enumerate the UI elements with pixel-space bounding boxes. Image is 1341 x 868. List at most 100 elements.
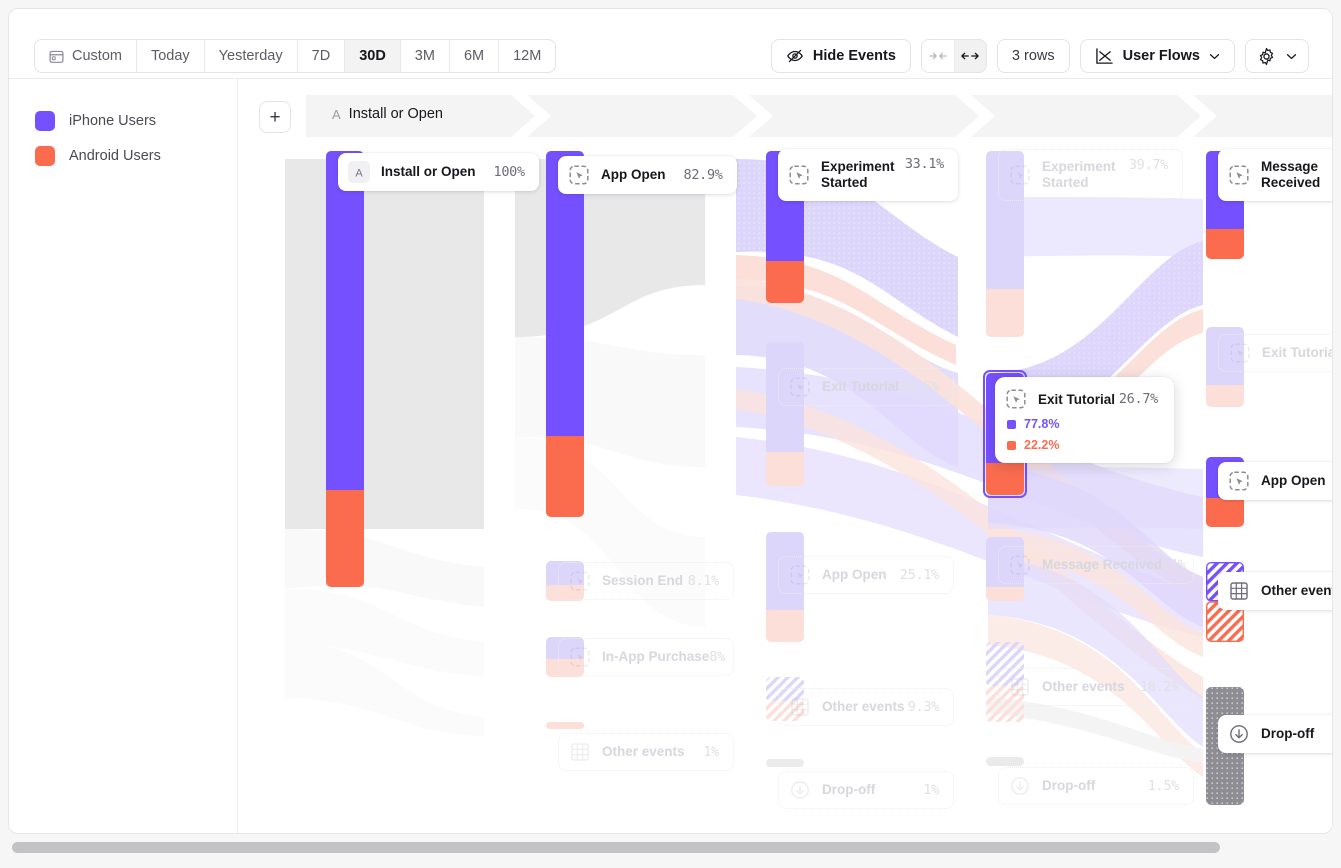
node-card[interactable]: Session End 8.1% <box>558 562 734 600</box>
node-bar <box>546 151 584 517</box>
grid-icon <box>569 741 591 763</box>
chart-type-button[interactable]: User Flows <box>1080 39 1235 73</box>
sankey-canvas[interactable]: A Install or Open 100% App Open 82.9% <box>238 137 1332 834</box>
node-card[interactable]: App Open 82.9% <box>558 156 737 194</box>
range-yesterday[interactable]: Yesterday <box>205 40 298 72</box>
chevron-down-icon <box>1209 53 1220 60</box>
node-percent: 1% <box>923 782 939 798</box>
zoom-expand-button[interactable] <box>954 40 986 72</box>
tooltip-value-iphone: 77.8% <box>1024 417 1059 431</box>
node-card[interactable]: Other events <box>1218 572 1332 610</box>
node-card[interactable]: In-App Purchase 8% <box>558 638 734 676</box>
range-today[interactable]: Today <box>137 40 205 72</box>
breadcrumb-strip: A Install or Open <box>306 95 1332 137</box>
bar-segment-android <box>986 289 1024 337</box>
node-percent: 8% <box>709 649 725 665</box>
node-percent: 18.2% <box>1140 679 1179 695</box>
settings-button[interactable] <box>1245 39 1309 73</box>
legend-item-android-users[interactable]: Android Users <box>9 138 237 173</box>
event-cursor-icon <box>1228 164 1250 186</box>
range-3m[interactable]: 3M <box>401 40 450 72</box>
scrollbar-thumb[interactable] <box>12 842 1220 853</box>
node-card[interactable]: Experiment Started 39.7% <box>998 149 1183 201</box>
gear-icon <box>1257 47 1276 66</box>
event-cursor-icon <box>568 164 590 186</box>
bar-segment-android <box>766 261 804 303</box>
node-bar <box>986 757 1024 766</box>
range-30d[interactable]: 30D <box>345 40 401 72</box>
event-cursor-icon <box>789 564 811 586</box>
node-label: Session End <box>602 573 683 589</box>
breadcrumb-step-install-or-open[interactable]: A Install or Open <box>332 106 443 122</box>
node-label: Message Received <box>1261 159 1332 191</box>
letter-a-icon: A <box>348 161 370 183</box>
range-12m[interactable]: 12M <box>499 40 555 72</box>
add-segment-button[interactable]: + <box>259 101 291 133</box>
node-card[interactable]: A Install or Open 100% <box>338 153 539 191</box>
node-card[interactable]: Exit Tutorial 31.5% <box>778 368 954 406</box>
breadcrumb-label: Install or Open <box>349 106 443 122</box>
bar-segment-android <box>546 436 584 517</box>
node-percent: 31.5% <box>900 379 939 395</box>
node-card[interactable]: Exit Tutorial <box>1218 334 1332 372</box>
node-label: Message Received <box>1042 557 1162 573</box>
zoom-collapse-button[interactable] <box>922 40 954 72</box>
node-tooltip[interactable]: Exit Tutorial 26.7% 77.8% 22.2% <box>995 377 1174 463</box>
node-bar <box>326 151 364 587</box>
node-label: Other events <box>1261 583 1332 599</box>
node-label: In-App Purchase <box>602 649 709 665</box>
rows-label: 3 rows <box>1012 48 1055 64</box>
node-bar <box>766 342 804 486</box>
range-3m-label: 3M <box>415 48 435 64</box>
tooltip-title: Exit Tutorial <box>1038 392 1115 407</box>
node-label: Drop-off <box>1042 778 1095 794</box>
node-percent: 33.1% <box>905 156 944 172</box>
node-label: Other events <box>1042 679 1125 695</box>
node-card[interactable]: Drop-off <box>1218 715 1332 753</box>
range-7d[interactable]: 7D <box>298 40 346 72</box>
node-card[interactable]: Other events 1% <box>558 733 734 771</box>
tooltip-row-iphone: 77.8% <box>1005 417 1158 431</box>
node-card[interactable]: Drop-off 1.5% <box>998 767 1194 805</box>
bar-segment-android <box>1206 385 1244 407</box>
node-card[interactable]: Other events 18.2% <box>998 668 1194 706</box>
bar-segment-iphone <box>326 151 364 490</box>
node-bar <box>546 722 584 729</box>
app-root: Custom Today Yesterday 7D 30D 3M 6M 12M … <box>0 0 1341 868</box>
tooltip-dot-iphone <box>1007 420 1016 429</box>
legend-label-iphone: iPhone Users <box>69 113 156 129</box>
breadcrumb-track <box>306 95 1332 137</box>
node-card[interactable]: Drop-off 1% <box>778 771 954 809</box>
range-yesterday-label: Yesterday <box>219 48 283 64</box>
horizontal-scrollbar[interactable] <box>8 842 1333 854</box>
node-bar <box>766 759 804 767</box>
node-card[interactable]: Other events 9.3% <box>778 688 954 726</box>
node-label: Exit Tutorial <box>822 379 899 395</box>
node-label: App Open <box>601 167 666 183</box>
rows-selector-button[interactable]: 3 rows <box>997 39 1070 73</box>
event-cursor-icon <box>1009 554 1031 576</box>
node-card[interactable]: Experiment Started 33.1% <box>778 149 958 201</box>
node-card[interactable]: Message Received 14% <box>998 546 1194 584</box>
event-cursor-icon <box>1005 388 1027 410</box>
bar-segment-android <box>986 587 1024 601</box>
node-percent: 9.3% <box>908 699 939 715</box>
event-cursor-icon <box>1228 470 1250 492</box>
collapse-horizontal-icon <box>929 50 947 62</box>
legend-item-iphone-users[interactable]: iPhone Users <box>9 103 237 138</box>
node-card[interactable]: App Open 25.1% <box>778 556 954 594</box>
node-label: Drop-off <box>822 782 875 798</box>
range-6m[interactable]: 6M <box>450 40 499 72</box>
node-percent: 14% <box>1162 557 1185 573</box>
date-range-selector[interactable]: Custom Today Yesterday 7D 30D 3M 6M 12M <box>34 39 556 73</box>
range-12m-label: 12M <box>513 48 541 64</box>
bar-segment-android <box>766 610 804 642</box>
node-card[interactable]: App Open <box>1218 462 1332 500</box>
tooltip-percent: 26.7% <box>1119 391 1158 407</box>
chart-type-label: User Flows <box>1123 48 1200 64</box>
hide-events-button[interactable]: Hide Events <box>771 39 911 73</box>
bar-segment-android <box>1206 498 1244 527</box>
range-custom[interactable]: Custom <box>35 40 137 72</box>
event-cursor-icon <box>788 164 810 186</box>
node-card[interactable]: Message Received <box>1218 149 1332 201</box>
